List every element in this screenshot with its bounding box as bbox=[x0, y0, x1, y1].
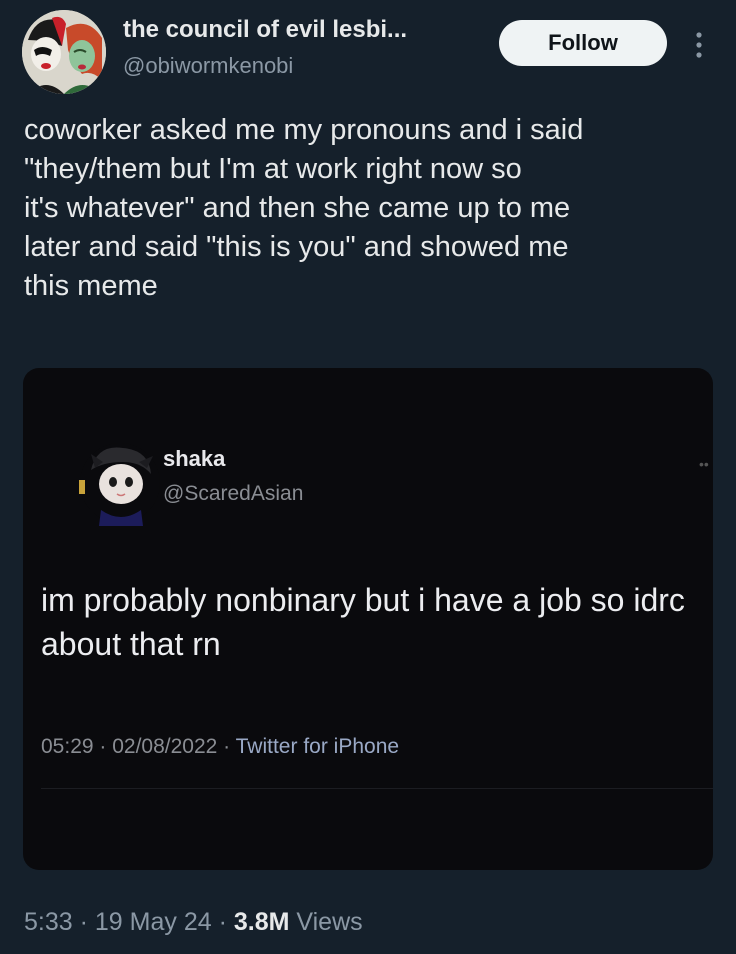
tweet-page: the council of evil lesbi... @obiwormken… bbox=[0, 0, 736, 954]
tweet-meta: 5:33 · 19 May 24 · 3.8M Views bbox=[24, 908, 363, 937]
embedded-more-icon: •• bbox=[699, 456, 709, 472]
meta-separator: · bbox=[211, 908, 234, 936]
author-handle[interactable]: @obiwormkenobi bbox=[123, 53, 293, 79]
embedded-screenshot[interactable]: shaka @ScaredAsian •• im probably nonbin… bbox=[23, 368, 713, 870]
views-count: 3.8M bbox=[233, 908, 290, 936]
views-label: Views bbox=[289, 908, 363, 936]
embedded-separator: · bbox=[217, 735, 236, 758]
author-avatar[interactable] bbox=[22, 10, 106, 94]
embedded-author-handle: @ScaredAsian bbox=[163, 482, 304, 505]
follow-button[interactable]: Follow bbox=[499, 20, 667, 66]
embedded-separator: · bbox=[93, 735, 113, 758]
author-display-name[interactable]: the council of evil lesbi... bbox=[123, 16, 407, 44]
embedded-date: 02/08/2022 bbox=[112, 735, 218, 758]
embedded-meta: 05:29 · 02/08/2022 · Twitter for iPhone bbox=[41, 735, 399, 759]
embedded-source: Twitter for iPhone bbox=[235, 735, 400, 758]
tweet-text: coworker asked me my pronouns and i said… bbox=[24, 114, 584, 302]
embedded-divider bbox=[41, 788, 713, 789]
embedded-tweet-text: im probably nonbinary but i have a job s… bbox=[41, 582, 685, 662]
tweet-date[interactable]: 19 May 24 bbox=[95, 908, 212, 936]
more-vertical-icon[interactable] bbox=[689, 28, 709, 62]
tweet-time[interactable]: 5:33 bbox=[24, 908, 73, 936]
embedded-author-name: shaka bbox=[163, 446, 226, 471]
embedded-time: 05:29 bbox=[41, 735, 94, 758]
meta-separator: · bbox=[72, 908, 95, 936]
embedded-avatar bbox=[77, 440, 163, 526]
